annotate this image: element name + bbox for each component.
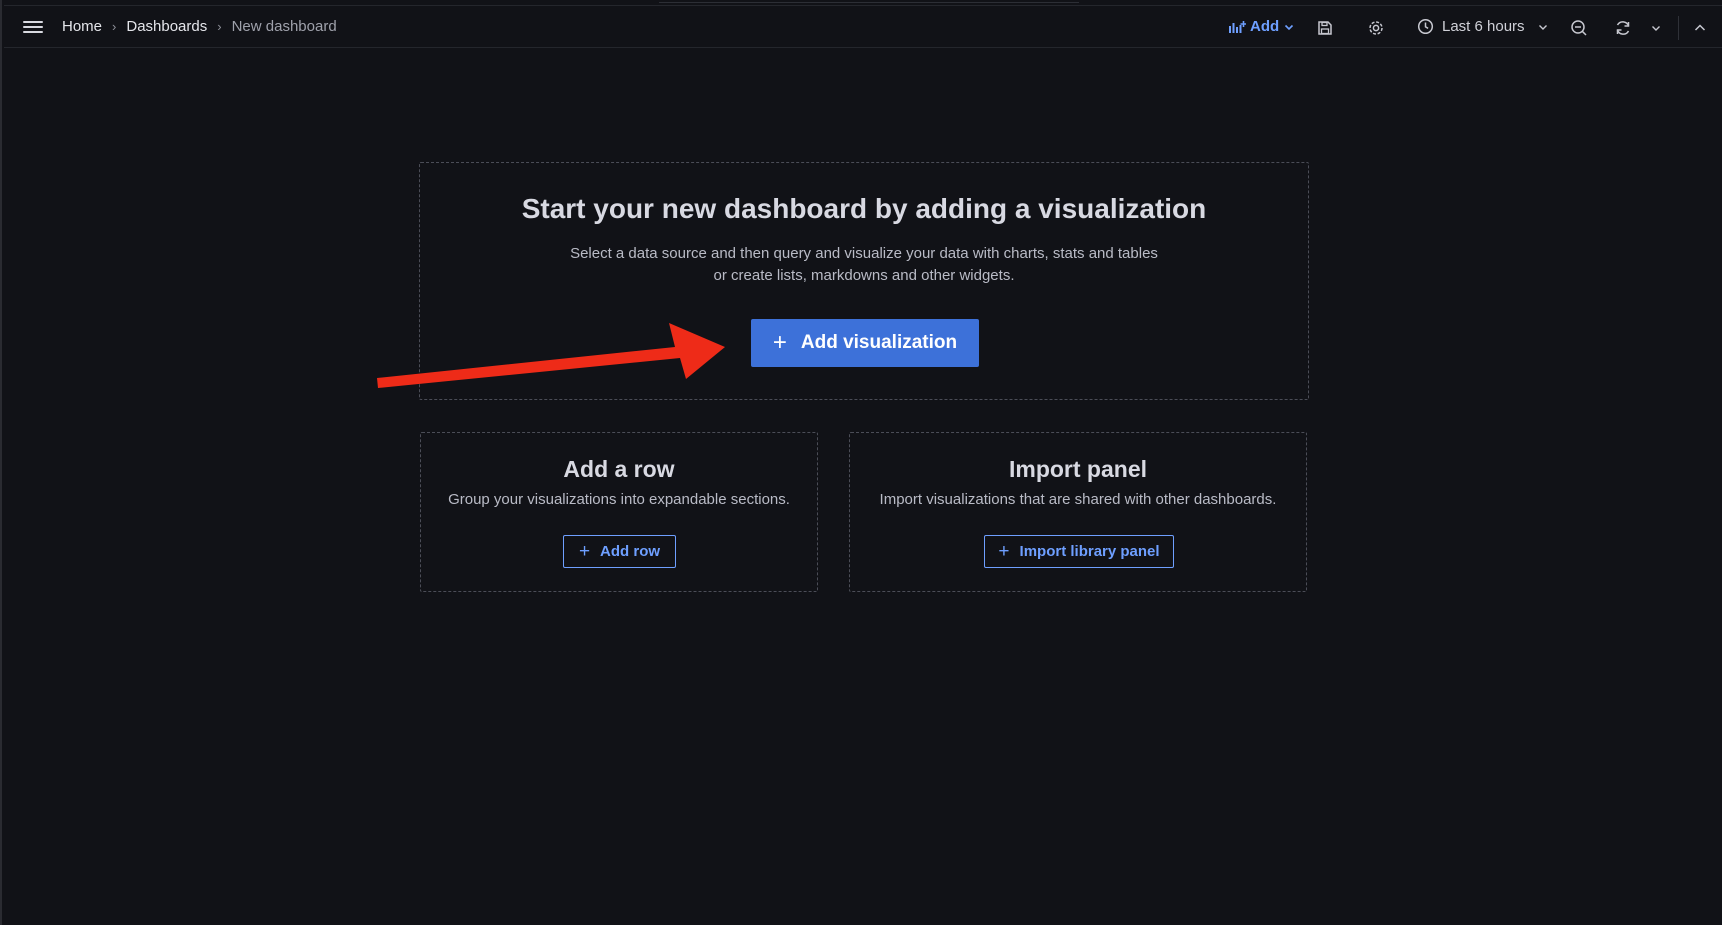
add-menu-label: Add xyxy=(1250,18,1280,35)
import-panel-title: Import panel xyxy=(1008,456,1147,482)
add-menu-button[interactable]: Add xyxy=(1228,18,1299,35)
add-visualization-button[interactable]: + Add visualization xyxy=(751,319,979,367)
breadcrumb: Home › Dashboards › New dashboard xyxy=(62,18,337,35)
annotation-arrow-icon xyxy=(377,323,725,388)
gear-icon[interactable] xyxy=(1367,19,1385,37)
add-row-description: Group your visualizations into expandabl… xyxy=(448,491,790,508)
add-row-title: Add a row xyxy=(563,456,675,482)
app-frame: Home › Dashboards › New dashboard Add La… xyxy=(0,0,1722,925)
window-top-edge xyxy=(659,0,1079,3)
plus-icon: + xyxy=(578,541,591,562)
plus-icon: + xyxy=(772,329,787,356)
refresh-icon[interactable] xyxy=(1614,19,1632,37)
top-navigation-bar: Home › Dashboards › New dashboard Add La… xyxy=(4,5,1722,48)
toolbar-divider xyxy=(1678,16,1679,40)
time-range-label: Last 6 hours xyxy=(1442,18,1525,35)
import-library-panel-label: Import library panel xyxy=(1019,543,1160,560)
add-visualization-label: Add visualization xyxy=(800,332,958,353)
description-line-1: Select a data source and then query and … xyxy=(570,245,1158,262)
empty-dashboard-description: Select a data source and then query and … xyxy=(420,243,1308,287)
empty-dashboard-title: Start your new dashboard by adding a vis… xyxy=(521,193,1207,224)
save-icon[interactable] xyxy=(1316,19,1334,37)
plus-icon: + xyxy=(998,541,1010,562)
refresh-interval-chevron-down-icon[interactable] xyxy=(1649,19,1667,37)
breadcrumb-separator-icon: › xyxy=(112,19,117,34)
bar-chart-plus-icon xyxy=(1229,20,1246,33)
breadcrumb-home[interactable]: Home xyxy=(62,18,102,35)
add-row-label: Add row xyxy=(600,543,661,560)
chevron-up-icon[interactable] xyxy=(1692,19,1710,37)
time-range-picker[interactable]: Last 6 hours xyxy=(1417,18,1557,35)
add-row-button[interactable]: + Add row xyxy=(563,535,676,568)
import-library-panel-button[interactable]: + Import library panel xyxy=(984,535,1174,568)
add-row-card: Add a row Group your visualizations into… xyxy=(420,432,818,592)
clock-icon xyxy=(1417,18,1434,35)
breadcrumb-current: New dashboard xyxy=(231,18,337,35)
description-line-2: or create lists, markdowns and other wid… xyxy=(713,267,1015,284)
zoom-out-icon[interactable] xyxy=(1570,19,1588,37)
chevron-down-icon xyxy=(1285,24,1294,30)
breadcrumb-dashboards[interactable]: Dashboards xyxy=(126,18,207,35)
menu-icon[interactable] xyxy=(22,18,44,36)
import-panel-description: Import visualizations that are shared wi… xyxy=(879,491,1277,508)
breadcrumb-separator-icon: › xyxy=(217,19,222,34)
import-panel-card: Import panel Import visualizations that … xyxy=(849,432,1307,592)
chevron-down-icon xyxy=(1538,24,1547,30)
